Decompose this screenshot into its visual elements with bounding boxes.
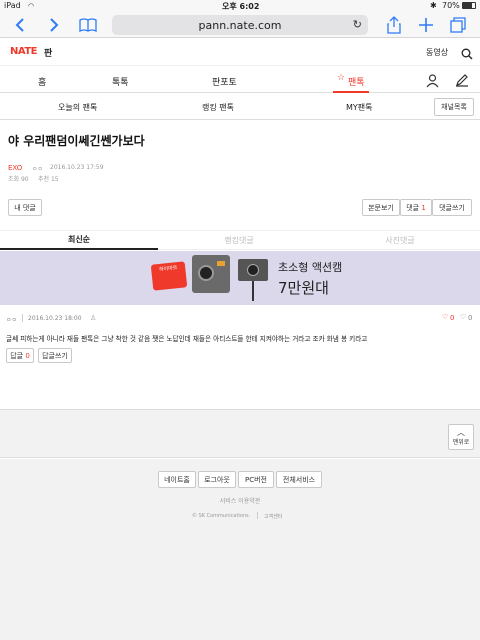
url-text: pann.nate.com bbox=[198, 18, 282, 32]
browser-toolbar: pann.nate.com ↻ bbox=[0, 12, 480, 38]
scroll-top-button[interactable]: ︿ 맨위로 bbox=[448, 424, 474, 450]
post-date: 2016.10.23 17:59 bbox=[50, 164, 104, 171]
nav-pann-photo[interactable]: 판포토 bbox=[212, 75, 237, 88]
dislike-count: 0 bbox=[468, 314, 473, 322]
comment-author: ㅇㅇ bbox=[6, 317, 18, 324]
search-icon[interactable] bbox=[461, 45, 473, 64]
forward-icon[interactable] bbox=[42, 12, 66, 38]
address-bar[interactable]: pann.nate.com ↻ bbox=[112, 15, 368, 35]
comment-actions: 내 댓글 본문보기 댓글 1 댓글쓰기 bbox=[0, 191, 480, 231]
like-icon[interactable]: ♡ bbox=[442, 313, 448, 321]
site-header: NATE 판 동영상 bbox=[0, 38, 480, 66]
footer: 네이트홈 로그아웃 PC버전 전체서비스 서비스 이용약관 © SK Commu… bbox=[0, 459, 480, 640]
tab-ranking-comments[interactable]: 랭킹댓글 bbox=[160, 231, 318, 250]
comments-count-button[interactable]: 댓글 1 bbox=[400, 199, 432, 216]
nav-toktok[interactable]: 톡톡 bbox=[112, 75, 129, 88]
divider bbox=[22, 314, 23, 322]
star-icon: ☆ bbox=[337, 73, 346, 83]
post-header: 야 우리팬덤이쎄긴쎈가보다 EXO ㅇㅇ 2016.10.23 17:59 조회… bbox=[0, 121, 480, 191]
write-reply-button[interactable]: 답글쓰기 bbox=[38, 348, 72, 363]
post-author: ㅇㅇ bbox=[32, 166, 44, 173]
ad-brand-badge: 하이마트 bbox=[150, 261, 188, 291]
subnav-ranking[interactable]: 랭킹 팬톡 bbox=[202, 102, 234, 113]
nav-fantalk[interactable]: 팬톡 bbox=[348, 75, 365, 88]
divider bbox=[257, 512, 258, 519]
camera-image bbox=[192, 255, 230, 293]
battery-percent: 70% bbox=[442, 1, 460, 10]
status-bar: iPad ◠ 오후 6:02 ✱ 70% bbox=[0, 0, 480, 12]
ad-text-2: 7만원대 bbox=[278, 279, 329, 297]
post-title: 야 우리팬덤이쎄긴쎈가보다 bbox=[8, 134, 145, 148]
footer-support[interactable]: 고객센터 bbox=[264, 513, 282, 520]
ad-brand: 하이마트 bbox=[158, 265, 178, 273]
reply-label: 답글 bbox=[10, 351, 24, 360]
back-icon[interactable] bbox=[8, 12, 32, 38]
active-tab-underline bbox=[333, 91, 369, 93]
reply-count: 0 bbox=[25, 351, 30, 360]
reload-icon[interactable]: ↻ bbox=[353, 18, 362, 31]
footer-nate-home[interactable]: 네이트홈 bbox=[158, 471, 196, 488]
footer-terms[interactable]: 서비스 이용약관 bbox=[0, 496, 480, 505]
user-icon[interactable] bbox=[426, 73, 439, 92]
post-recommend: 추천 15 bbox=[38, 176, 59, 183]
bookmarks-icon[interactable] bbox=[76, 12, 100, 38]
tab-photo-comments[interactable]: 사진댓글 bbox=[320, 231, 480, 250]
footer-pc-version[interactable]: PC버전 bbox=[238, 471, 274, 488]
top-button-area: ︿ 맨위로 bbox=[0, 410, 480, 458]
camera-stick bbox=[252, 281, 254, 301]
share-icon[interactable] bbox=[382, 12, 406, 38]
my-comments-button[interactable]: 내 댓글 bbox=[8, 199, 42, 216]
footer-all-services[interactable]: 전체서비스 bbox=[276, 471, 322, 488]
ad-text-1: 초소형 액션캠 bbox=[278, 261, 343, 274]
post-category[interactable]: EXO bbox=[8, 164, 22, 172]
like-count: 0 bbox=[450, 314, 455, 322]
chevron-up-icon: ︿ bbox=[457, 427, 465, 437]
carrier: iPad bbox=[4, 1, 21, 10]
sub-nav: 오늘의 팬톡 랭킹 팬톡 MY팬톡 채널목록 bbox=[0, 94, 480, 120]
global-nav: 홈 톡톡 판포토 ☆ 팬톡 bbox=[0, 67, 480, 93]
wifi-icon: ◠ bbox=[28, 2, 35, 10]
nav-home[interactable]: 홈 bbox=[38, 75, 46, 88]
footer-logout[interactable]: 로그아웃 bbox=[198, 471, 236, 488]
ad-banner[interactable]: 하이마트 초소형 액션캠 7만원대 bbox=[0, 251, 480, 305]
comment-body: 글쎄 피하는게 아니라 재들 팬톡은 그냥 착한 것 같음 쨋은 노답인데 재들… bbox=[6, 335, 368, 343]
write-icon[interactable] bbox=[455, 72, 469, 91]
post-views: 조회 90 bbox=[8, 176, 29, 183]
status-time: 오후 6:02 bbox=[222, 2, 260, 11]
comments-label: 댓글 bbox=[406, 203, 420, 212]
report-icon[interactable]: ♙ bbox=[90, 314, 96, 322]
scroll-top-label: 맨위로 bbox=[452, 438, 470, 446]
nate-logo[interactable]: NATE bbox=[10, 46, 37, 57]
battery-icon bbox=[462, 2, 476, 9]
comments-count: 1 bbox=[421, 203, 426, 212]
footer-copyright: © SK Communications. bbox=[192, 513, 251, 519]
view-post-button[interactable]: 본문보기 bbox=[362, 199, 400, 216]
write-comment-button[interactable]: 댓글쓰기 bbox=[432, 199, 472, 216]
new-tab-icon[interactable] bbox=[414, 12, 438, 38]
tabs-icon[interactable] bbox=[446, 12, 470, 38]
camera-image-2 bbox=[238, 259, 268, 281]
comment-date: 2016.10.23 18:00 bbox=[28, 315, 82, 322]
comment-item: ㅇㅇ 2016.10.23 18:00 ♙ ♡ 0 ♡ 0 글쎄 피하는게 아니… bbox=[0, 306, 480, 410]
subnav-today[interactable]: 오늘의 팬톡 bbox=[58, 102, 97, 113]
subnav-my[interactable]: MY팬톡 bbox=[346, 102, 373, 113]
reply-count-button[interactable]: 답글 0 bbox=[6, 348, 34, 363]
channel-list-button[interactable]: 채널목록 bbox=[434, 98, 474, 116]
dislike-icon[interactable]: ♡ bbox=[460, 313, 466, 321]
pann-logo[interactable]: 판 bbox=[44, 46, 52, 59]
tab-latest[interactable]: 최신순 bbox=[0, 231, 158, 250]
bluetooth-icon: ✱ bbox=[430, 1, 437, 10]
comment-tabs: 최신순 랭킹댓글 사진댓글 bbox=[0, 231, 480, 250]
video-link[interactable]: 동영상 bbox=[426, 47, 448, 58]
